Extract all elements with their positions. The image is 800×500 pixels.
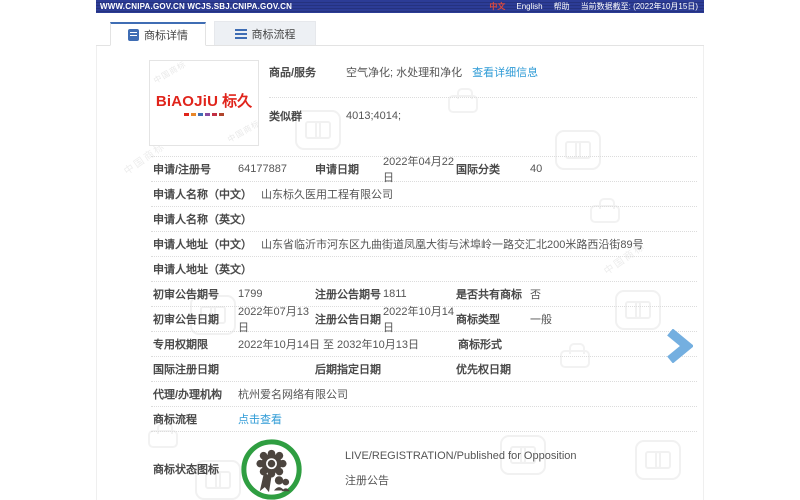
field-label: 申请人地址（英文） (153, 261, 261, 277)
row-application-number: 申请/注册号 64177887 申请日期 2022年04月22日 国际分类 40 (97, 157, 703, 181)
field-label: 国际注册日期 (153, 361, 238, 377)
field-label: 初审公告日期 (153, 311, 238, 327)
first-trial-gazette-number: 1799 (238, 288, 315, 300)
row-agency: 代理/办理机构 杭州爱名网络有限公司 (97, 382, 703, 406)
trademark-type: 一般 (530, 311, 703, 327)
next-arrow-icon[interactable] (665, 329, 693, 363)
application-date: 2022年04月22日 (383, 153, 456, 185)
field-label: 是否共有商标 (456, 286, 530, 302)
goods-label: 商品/服务 (269, 64, 346, 80)
application-number: 64177887 (238, 163, 315, 175)
click-to-view-link[interactable]: 点击查看 (238, 411, 282, 427)
field-label: 商标流程 (153, 411, 238, 427)
trademark-image: 中国商标 中国商标 BiAOJiU 标久 (149, 60, 259, 146)
logo-watermark: 中国商标 (226, 118, 259, 146)
goods-section: 商品/服务 空气净化; 水处理和净化 查看详细信息 类似群 4013;4014; (259, 60, 703, 146)
field-label: 专用权期限 (153, 336, 238, 352)
row-international-dates: 国际注册日期 后期指定日期 优先权日期 (97, 357, 703, 381)
logo-watermark: 中国商标 (152, 60, 189, 86)
field-label: 初审公告期号 (153, 286, 238, 302)
row-gazette-dates: 初审公告日期 2022年07月13日 注册公告日期 2022年10月14日 商标… (97, 307, 703, 331)
row-exclusive-period: 专用权期限 2022年10月14日 至 2032年10月13日 商标形式 (97, 332, 703, 356)
tab-bar: 商标详情 商标流程 (96, 13, 704, 46)
status-line-chinese: 注册公告 (345, 472, 577, 488)
list-icon (235, 29, 247, 39)
field-label: 申请日期 (315, 161, 383, 177)
site-urls: WWW.CNIPA.GOV.CN WCJS.SBJ.CNIPA.GOV.CN (100, 2, 292, 11)
field-label: 申请人名称（中文） (153, 186, 261, 202)
field-label: 国际分类 (456, 161, 530, 177)
first-trial-gazette-date: 2022年07月13日 (238, 303, 315, 335)
top-navigation-bar: WWW.CNIPA.GOV.CN WCJS.SBJ.CNIPA.GOV.CN 中… (96, 0, 704, 13)
field-label: 注册公告期号 (315, 286, 383, 302)
field-label: 商标类型 (456, 311, 530, 327)
detail-rows: 申请/注册号 64177887 申请日期 2022年04月22日 国际分类 40… (97, 156, 703, 500)
similar-group-value: 4013;4014; (346, 110, 401, 122)
row-status: 商标状态图标 (97, 432, 703, 500)
content-container: WWW.CNIPA.GOV.CN WCJS.SBJ.CNIPA.GOV.CN 中… (96, 0, 704, 500)
top-section: 中国商标 中国商标 BiAOJiU 标久 商品/服务 空气净化; 水处理和净化 (97, 46, 703, 146)
status-line-english: LIVE/REGISTRATION/Published for Oppositi… (345, 450, 577, 462)
lang-english-link[interactable]: English (516, 2, 542, 11)
applicant-name-cn: 山东标久医用工程有限公司 (261, 186, 393, 202)
tab-label: 商标详情 (144, 27, 188, 43)
field-label: 后期指定日期 (315, 361, 456, 377)
field-label: 申请人名称（英文） (153, 211, 261, 227)
field-label: 申请人地址（中文） (153, 236, 261, 252)
international-class: 40 (530, 163, 703, 175)
applicant-address-cn: 山东省临沂市河东区九曲街道凤凰大街与沭埠岭一路交汇北200米路西沿街89号 (261, 236, 644, 252)
logo-text-zh: 标久 (222, 90, 252, 111)
tab-trademark-details[interactable]: 商标详情 (110, 22, 206, 46)
field-label: 商标形式 (458, 336, 532, 352)
lang-chinese-link[interactable]: 中文 (489, 1, 505, 12)
data-cutoff-text: 当前数据截至: (2022年10月15日) (581, 1, 698, 12)
registration-gazette-date: 2022年10月14日 (383, 303, 456, 335)
detail-panel: 中国商标 中国商标 BiAOJiU 标久 商品/服务 空气净化; 水处理和净化 (96, 46, 704, 500)
row-applicant-address-en: 申请人地址（英文） (97, 257, 703, 281)
document-icon (128, 29, 139, 41)
registration-gazette-number: 1811 (383, 288, 456, 300)
divider (269, 97, 697, 98)
help-link[interactable]: 帮助 (554, 1, 570, 12)
tab-trademark-process[interactable]: 商标流程 (214, 21, 316, 45)
field-label: 代理/办理机构 (153, 386, 238, 402)
goods-value: 空气净化; 水处理和净化 (346, 64, 462, 80)
view-details-link[interactable]: 查看详细信息 (472, 64, 538, 80)
field-label: 申请/注册号 (153, 161, 238, 177)
field-label: 注册公告日期 (315, 311, 383, 327)
exclusive-right-period: 2022年10月14日 至 2032年10月13日 (238, 336, 458, 352)
trademark-detail-page: 中国商标 中国商标 WWW.CNIPA.GOV.CN WCJS.SBJ.CNIP… (0, 0, 800, 500)
row-applicant-address-cn: 申请人地址（中文） 山东省临沂市河东区九曲街道凤凰大街与沭埠岭一路交汇北200米… (97, 232, 703, 256)
registration-medal-icon (238, 436, 305, 500)
logo-text-en: BiAOJiU (156, 93, 218, 110)
field-label: 优先权日期 (456, 361, 511, 377)
row-applicant-name-cn: 申请人名称（中文） 山东标久医用工程有限公司 (97, 182, 703, 206)
agency-name: 杭州爱名网络有限公司 (238, 386, 348, 402)
tab-label: 商标流程 (252, 26, 296, 42)
row-applicant-name-en: 申请人名称（英文） (97, 207, 703, 231)
logo-color-strip (184, 113, 224, 116)
similar-group-label: 类似群 (269, 108, 346, 124)
shared-trademark-flag: 否 (530, 286, 703, 302)
field-label: 商标状态图标 (153, 461, 238, 477)
row-process: 商标流程 点击查看 (97, 407, 703, 431)
